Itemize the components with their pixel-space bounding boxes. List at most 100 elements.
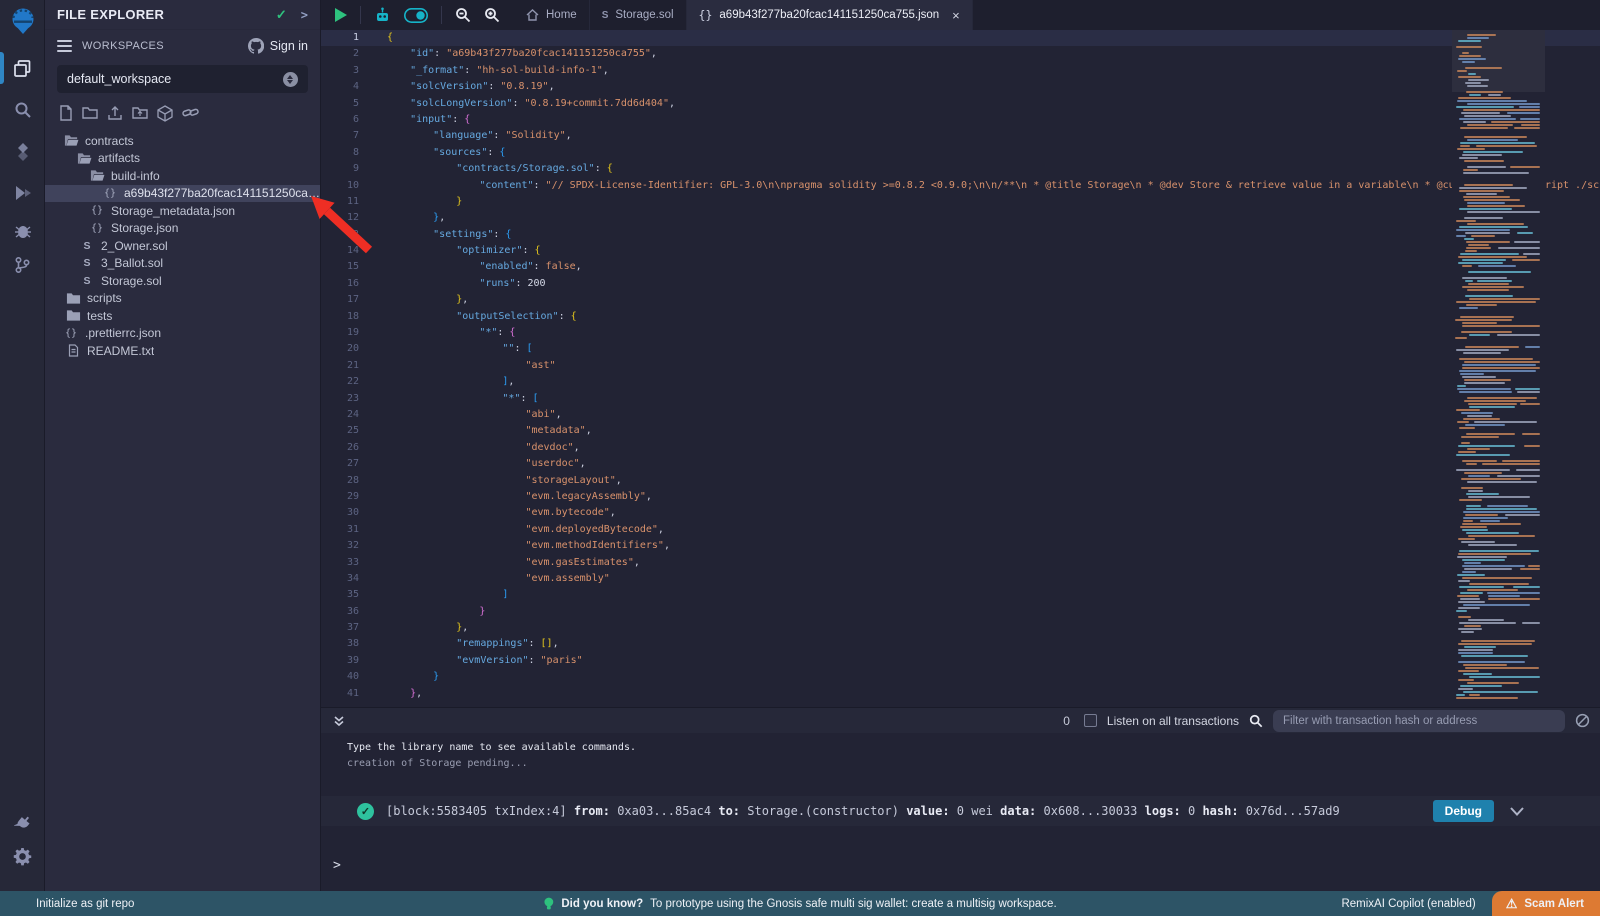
main-row: FILE EXPLORER ✓ > WORKSPACES Sign in def… (0, 0, 1600, 891)
tab-storage-sol[interactable]: S Storage.sol (590, 0, 687, 30)
code-line-2: 2"id": "a69b43f277ba20fcac141151250ca755… (321, 46, 1600, 62)
terminal-search-icon[interactable] (1249, 714, 1263, 728)
deploy-run-icon[interactable] (0, 179, 45, 207)
code-line-37: 37}, (321, 620, 1600, 636)
github-sign-in-button[interactable]: Sign in (248, 38, 308, 54)
tree-item-storage-metadata-json[interactable]: {}Storage_metadata.json (45, 202, 320, 220)
tree-item-label: 2_Owner.sol (101, 239, 168, 253)
code-line-40: 40} (321, 669, 1600, 685)
code-line-33: 33"evm.gasEstimates", (321, 555, 1600, 571)
tab-label: a69b43f277ba20fcac141151250ca755.json (719, 9, 939, 21)
folder-open-icon (76, 152, 92, 165)
warning-triangle-icon: ⚠ (1506, 896, 1518, 912)
file-explorer-icon[interactable] (0, 54, 45, 82)
json-icon: {} (102, 188, 118, 199)
terminal-log: Type the library name to see available c… (321, 733, 1600, 772)
new-file-icon[interactable] (59, 105, 73, 122)
zoom-in-icon[interactable] (484, 7, 500, 23)
debug-button[interactable]: Debug (1433, 800, 1494, 822)
code-line-3: 3"_format": "hh-sol-build-info-1", (321, 63, 1600, 79)
tree-item-storage-sol[interactable]: SStorage.sol (45, 272, 320, 290)
tree-item-2-owner-sol[interactable]: S2_Owner.sol (45, 237, 320, 255)
tree-item-a69b43f277ba20fcac141151250ca7-[interactable]: {}a69b43f277ba20fcac141151250ca7... (45, 185, 320, 203)
zoom-out-icon[interactable] (455, 7, 471, 23)
tree-item-build-info[interactable]: build-info (45, 167, 320, 185)
line-number: 9 (321, 161, 373, 177)
line-number: 35 (321, 587, 373, 603)
tx-summary: [block:5583405 txIndex:4] from: 0xa03...… (386, 804, 1340, 818)
upload-file-icon[interactable] (107, 105, 123, 122)
folder-open-icon (63, 134, 79, 147)
copilot-status[interactable]: RemixAI Copilot (enabled) (1341, 898, 1475, 910)
file-tree: contractsartifactsbuild-info{}a69b43f277… (45, 132, 320, 360)
ipfs-cube-icon[interactable] (157, 105, 173, 122)
json-file-icon: {} (699, 8, 713, 22)
tx-expand-chevron-icon[interactable] (1510, 807, 1524, 816)
github-octocat-icon (248, 38, 264, 54)
code-line-41: 41}, (321, 686, 1600, 702)
transaction-count: 0 (1063, 714, 1070, 728)
transaction-filter-input[interactable] (1273, 710, 1565, 732)
transaction-row: ✓ [block:5583405 txIndex:4] from: 0xa03.… (321, 796, 1600, 826)
plugin-manager-icon[interactable] (0, 809, 45, 835)
search-icon[interactable] (0, 96, 45, 124)
close-tab-icon[interactable]: × (952, 8, 960, 23)
tab-build-info-json[interactable]: {} a69b43f277ba20fcac141151250ca755.json… (687, 0, 973, 30)
upload-folder-icon[interactable] (132, 105, 148, 122)
line-number: 37 (321, 620, 373, 636)
tab-home[interactable]: Home (514, 0, 590, 30)
line-number: 27 (321, 456, 373, 472)
tree-item-tests[interactable]: tests (45, 307, 320, 325)
file-explorer-panel: FILE EXPLORER ✓ > WORKSPACES Sign in def… (45, 0, 321, 891)
settings-gear-icon[interactable] (0, 843, 45, 869)
line-number: 40 (321, 669, 373, 685)
listen-all-checkbox[interactable] (1084, 714, 1097, 727)
explorer-toolbar (45, 93, 320, 128)
terminal-log-line: creation of Storage pending... (347, 756, 1600, 772)
copilot-toggle-icon[interactable] (404, 8, 428, 23)
sign-in-label: Sign in (270, 39, 308, 53)
workspace-check-icon[interactable]: ✓ (276, 7, 287, 23)
workspace-name: default_workspace (67, 72, 283, 86)
code-line-6: 6"input": { (321, 112, 1600, 128)
terminal-prompt: > (333, 858, 341, 873)
code-line-38: 38"remappings": [], (321, 636, 1600, 652)
terminal-body: Type the library name to see available c… (321, 733, 1600, 891)
link-icon[interactable] (182, 105, 199, 122)
panel-title: FILE EXPLORER (57, 7, 276, 22)
ai-copilot-robot-icon[interactable] (374, 7, 391, 24)
run-script-play-icon[interactable] (335, 8, 347, 22)
solidity-compiler-icon[interactable] (0, 138, 45, 166)
debugger-icon[interactable] (0, 218, 45, 244)
workspaces-label: WORKSPACES (82, 40, 248, 52)
line-number: 39 (321, 653, 373, 669)
init-git-repo-link[interactable]: Initialize as git repo (36, 898, 134, 910)
tree-item-label: README.txt (87, 344, 154, 358)
line-number: 5 (321, 96, 373, 112)
remix-logo[interactable] (0, 5, 45, 39)
code-line-23: 23"*": [ (321, 391, 1600, 407)
tree-item-3-ballot-sol[interactable]: S3_Ballot.sol (45, 255, 320, 273)
workspace-select[interactable]: default_workspace (57, 65, 308, 93)
workspace-menu-icon[interactable] (57, 37, 72, 55)
tree-item-readme-txt[interactable]: README.txt (45, 342, 320, 360)
new-folder-icon[interactable] (82, 105, 98, 122)
clear-console-icon[interactable] (1575, 713, 1590, 728)
tree-item--prettierrc-json[interactable]: {}.prettierrc.json (45, 325, 320, 343)
code-line-13: 13"settings": { (321, 227, 1600, 243)
activity-bar (0, 0, 45, 891)
tab-label: Storage.sol (615, 9, 673, 21)
tree-item-storage-json[interactable]: {}Storage.json (45, 220, 320, 238)
panel-expand-chevron-icon[interactable]: > (301, 8, 308, 22)
minimap[interactable] (1452, 30, 1545, 703)
tree-item-scripts[interactable]: scripts (45, 290, 320, 308)
tab-bar: Home S Storage.sol {} a69b43f277ba20fcac… (321, 0, 1600, 30)
scam-alert-badge[interactable]: ⚠ Scam Alert (1492, 891, 1600, 916)
tree-item-contracts[interactable]: contracts (45, 132, 320, 150)
git-icon[interactable] (0, 252, 45, 278)
terminal-collapse-icon[interactable] (333, 715, 345, 727)
tree-item-artifacts[interactable]: artifacts (45, 150, 320, 168)
editor-region: Home S Storage.sol {} a69b43f277ba20fcac… (321, 0, 1600, 891)
scam-alert-label: Scam Alert (1524, 898, 1584, 910)
code-editor[interactable]: 1{2"id": "a69b43f277ba20fcac141151250ca7… (321, 30, 1600, 707)
